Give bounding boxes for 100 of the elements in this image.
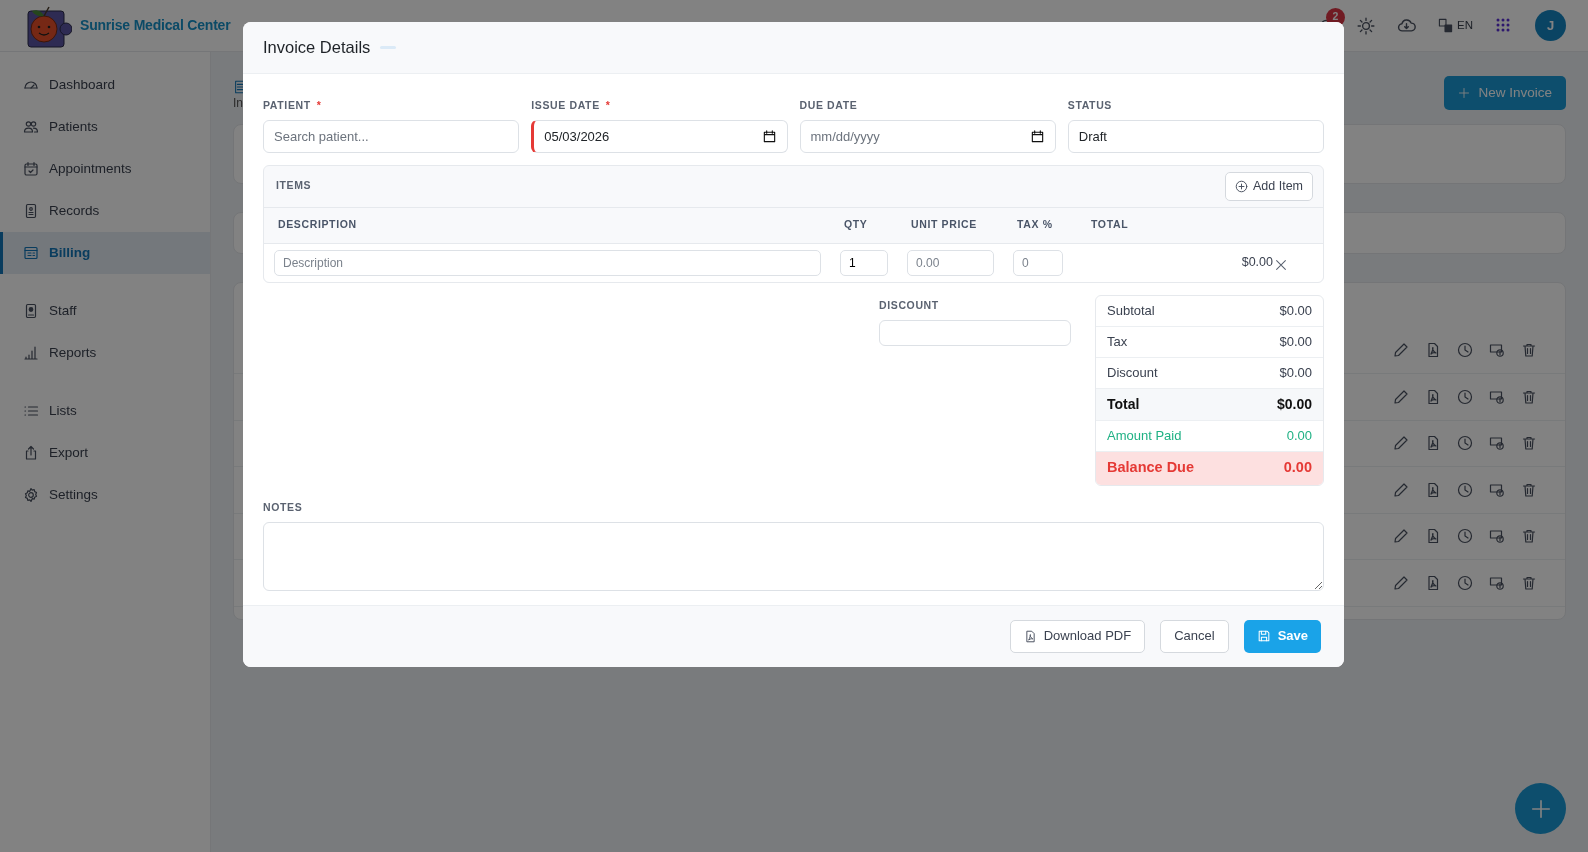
pencil-icon [1393, 342, 1409, 359]
tax-input[interactable]: 0 [1013, 249, 1063, 276]
status-select[interactable]: Draft [1067, 119, 1324, 153]
summary-label: Balance Due [1107, 458, 1195, 478]
discount-label: DISCOUNT [879, 297, 940, 313]
required-mark: * [605, 99, 611, 111]
pencil-icon [1393, 528, 1409, 545]
cloud-download-icon [1397, 16, 1416, 35]
new-invoice-button[interactable]: New Invoice [1444, 76, 1566, 111]
payment-icon [1489, 342, 1505, 359]
column-header: TOTAL [1091, 217, 1130, 233]
trash-icon [1521, 528, 1537, 545]
pdf-file-icon [1425, 574, 1441, 591]
payment-icon [1489, 435, 1505, 452]
summary-value: 0.00 [1283, 458, 1312, 478]
summary-label: Total [1107, 394, 1140, 414]
user-avatar[interactable]: J [1535, 10, 1566, 41]
sidebar-item[interactable]: Lists [0, 390, 210, 432]
pdf-file-icon [1425, 388, 1441, 405]
add-fab-button[interactable] [1515, 783, 1566, 834]
sidebar-item[interactable]: Appointments [0, 148, 210, 190]
calendar-icon [1029, 128, 1045, 144]
pencil-icon [1393, 388, 1409, 405]
summary-value: $0.00 [1276, 394, 1312, 414]
cancel-button[interactable]: Cancel [1160, 619, 1229, 653]
required-mark: * [316, 99, 322, 111]
sidebar-item[interactable]: Patients [0, 106, 210, 148]
clock-icon [1457, 574, 1473, 591]
field-label: PATIENT [263, 99, 311, 111]
share-icon [23, 445, 39, 461]
dialog-title: Invoice Details [263, 37, 371, 59]
trash-icon [1521, 481, 1537, 498]
sidebar-item[interactable]: Settings [0, 474, 210, 516]
payment-icon [1489, 388, 1505, 405]
patient-search-field[interactable]: Search patient... [263, 119, 520, 153]
plus-icon [1458, 87, 1471, 100]
plus-circle-icon [1234, 179, 1248, 193]
bar-chart-icon [23, 345, 39, 361]
sidebar-item[interactable]: Export [0, 432, 210, 474]
pencil-icon [1393, 481, 1409, 498]
download-pdf-button[interactable]: Download PDF [1009, 619, 1146, 653]
clock-icon [1457, 528, 1473, 545]
sidebar-item[interactable]: Reports [0, 332, 210, 374]
sidebar-item[interactable]: Records [0, 190, 210, 232]
tab-label[interactable]: In [233, 93, 247, 112]
discount-field[interactable] [879, 319, 1071, 346]
plus-icon [1529, 797, 1552, 820]
summary-label: Amount Paid [1107, 427, 1182, 445]
close-icon [1274, 258, 1288, 273]
notes-field[interactable] [263, 521, 1324, 591]
items-heading: ITEMS [276, 178, 312, 194]
gear-icon [23, 487, 39, 503]
summary-value: $0.00 [1279, 333, 1312, 351]
clock-icon [1457, 481, 1473, 498]
add-item-button[interactable]: Add Item [1224, 171, 1313, 201]
sun-icon [1357, 16, 1375, 35]
unit-price-input[interactable]: 0.00 [907, 249, 994, 276]
sidebar-item[interactable]: Billing [0, 232, 210, 274]
sidebar-item[interactable]: Dashboard [0, 64, 210, 106]
summary-value: 0.00 [1286, 427, 1312, 445]
date-field[interactable]: mm/dd/yyyy [799, 119, 1056, 153]
field-label: ISSUE DATE [531, 99, 600, 111]
trash-icon [1521, 435, 1537, 452]
clock-icon [1457, 435, 1473, 452]
summary-value: $0.00 [1279, 364, 1312, 382]
calendar-icon [23, 161, 39, 177]
payment-icon [1489, 574, 1505, 591]
payment-icon [1489, 528, 1505, 545]
list-icon [23, 403, 39, 419]
pdf-file-icon [1425, 481, 1441, 498]
document-icon [23, 203, 39, 219]
notes-label: NOTES [263, 499, 304, 515]
pdf-file-icon [1425, 528, 1441, 545]
trash-icon [1521, 388, 1537, 405]
trash-icon [1521, 342, 1537, 359]
column-header: DESCRIPTION [278, 217, 358, 233]
language-label[interactable]: EN [1457, 16, 1473, 35]
line-total: $0.00 [1240, 254, 1273, 272]
trash-icon [1521, 574, 1537, 591]
field-label: STATUS [1067, 99, 1112, 111]
quantity-input[interactable]: 1 [840, 249, 888, 276]
badge-icon [23, 303, 39, 319]
column-header: UNIT PRICE [911, 217, 978, 233]
summary-value: $0.00 [1279, 302, 1312, 320]
summary-label: Discount [1107, 364, 1158, 382]
pdf-file-icon [1425, 435, 1441, 452]
save-button[interactable]: Save [1243, 619, 1321, 653]
people-icon [23, 119, 39, 135]
pdf-file-icon [1425, 342, 1441, 359]
date-field[interactable]: 05/03/2026 [531, 119, 788, 153]
field-label: DUE DATE [799, 99, 858, 111]
ledger-icon [23, 245, 39, 261]
sidebar-item[interactable]: Staff [0, 290, 210, 332]
column-header: QTY [844, 217, 869, 233]
summary-label: Tax [1107, 333, 1128, 351]
calendar-icon [761, 128, 777, 144]
brand-name: Sunrise Medical Center [80, 16, 231, 35]
summary-label: Subtotal [1107, 302, 1155, 320]
description-input[interactable]: Description [274, 249, 821, 276]
clock-icon [1457, 388, 1473, 405]
